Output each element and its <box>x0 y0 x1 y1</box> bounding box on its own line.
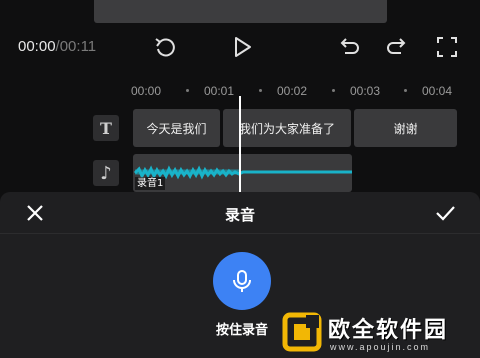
audio-clip-label: 录音1 <box>135 177 166 190</box>
ruler-dot <box>186 89 189 92</box>
waveform <box>133 165 352 180</box>
playhead[interactable] <box>239 96 241 196</box>
current-time: 00:00 <box>18 38 56 55</box>
checkmark-icon <box>436 206 455 221</box>
text-track-icon[interactable]: T <box>93 115 119 141</box>
undo-button[interactable] <box>336 34 362 60</box>
ruler-tick: 00:02 <box>277 84 308 98</box>
fullscreen-icon <box>437 37 457 57</box>
video-preview <box>94 0 387 23</box>
music-track-icon[interactable]: ♪ <box>93 160 119 186</box>
redo-button[interactable] <box>384 34 410 60</box>
record-button[interactable] <box>213 252 271 310</box>
ruler-dot <box>332 89 335 92</box>
music-note-icon: ♪ <box>100 162 112 184</box>
confirm-button[interactable] <box>434 202 456 224</box>
panel-title: 录音 <box>224 206 255 224</box>
replay-icon <box>155 38 175 57</box>
undo-icon <box>340 38 359 54</box>
text-clip[interactable]: 谢谢 <box>354 109 457 147</box>
hold-to-record-label: 按住录音 <box>215 323 268 338</box>
microphone-icon <box>233 270 251 292</box>
total-time: /00:11 <box>55 38 97 55</box>
time-display: 00:00/00:11 <box>18 38 96 55</box>
text-clip[interactable]: 我们为大家准备了 <box>223 109 351 147</box>
ruler-tick: 00:04 <box>422 84 453 98</box>
watermark-url: www.apoujin.com <box>330 342 431 352</box>
ruler-dot <box>259 89 262 92</box>
play-button[interactable] <box>229 34 255 60</box>
text-clip[interactable]: 今天是我们 <box>133 109 220 147</box>
replay-button[interactable] <box>152 34 178 60</box>
redo-icon <box>387 38 406 54</box>
fullscreen-button[interactable] <box>434 34 460 60</box>
watermark-name: 欧全软件园 <box>328 318 449 343</box>
watermark: 欧全软件园 www.apoujin.com <box>282 310 480 358</box>
watermark-logo-icon <box>282 312 322 352</box>
ruler-tick: 00:01 <box>204 84 235 98</box>
text-icon: T <box>100 118 112 138</box>
ruler-tick: 00:03 <box>350 84 381 98</box>
record-panel-header: 录音 <box>0 192 480 234</box>
ruler-tick: 00:00 <box>131 84 162 98</box>
ruler-dot <box>404 89 407 92</box>
play-icon <box>235 37 251 57</box>
audio-clip[interactable] <box>133 154 352 192</box>
